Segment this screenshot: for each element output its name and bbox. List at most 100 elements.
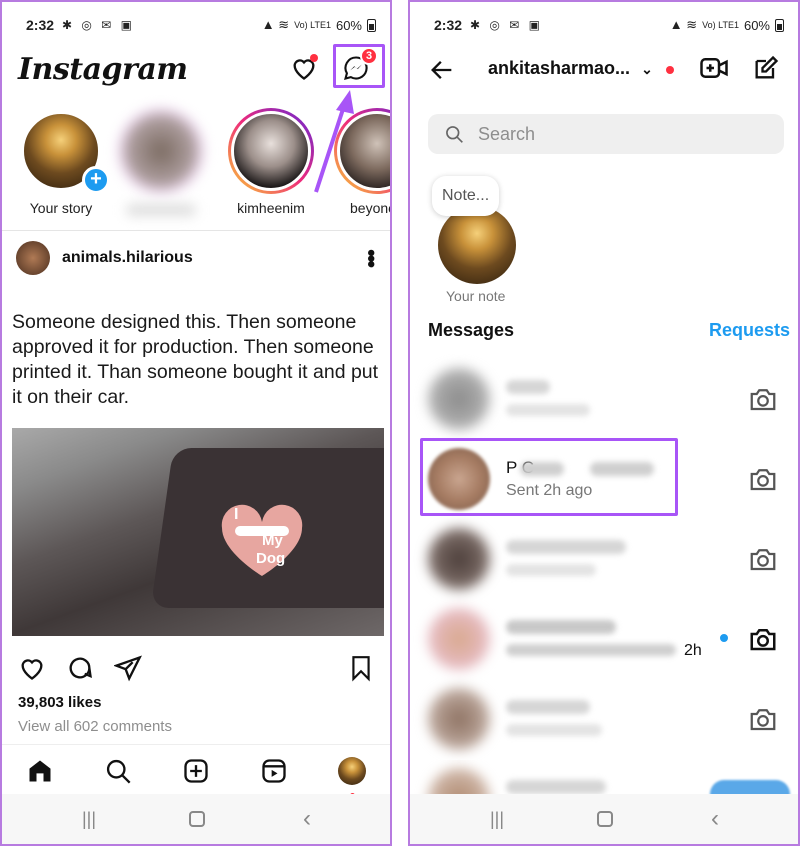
battery-percent: 60% (743, 17, 770, 33)
create-tab[interactable] (180, 755, 212, 787)
post-caption-image-text: Someone designed this. Then someone appr… (12, 311, 379, 408)
comment-icon[interactable] (66, 654, 94, 682)
status-time: 2:32 (434, 17, 463, 33)
chevron-down-icon: ⌄ (641, 61, 653, 77)
status-time: 2:32 (26, 17, 55, 33)
share-icon[interactable] (114, 654, 142, 682)
more-options-icon[interactable]: ••• (359, 249, 384, 266)
reels-icon (262, 759, 286, 783)
story-label: Your story (29, 200, 93, 216)
battery-icon (775, 18, 784, 32)
avatar (338, 757, 366, 785)
avatar (428, 368, 490, 430)
messenger-highlight-box (333, 44, 385, 88)
search-input[interactable]: Search (428, 114, 784, 154)
thread-row[interactable]: 2h (410, 600, 798, 680)
sticker-text-my: My (262, 532, 283, 549)
notification-icons: ✱ ◎ ✉ ▣ (470, 18, 543, 32)
notification-icons: ✱ ◎ ✉ ▣ (62, 18, 135, 32)
story-avatar (337, 111, 390, 191)
thread-time: 2h (684, 642, 702, 659)
home-system-icon[interactable] (182, 806, 212, 832)
back-system-icon[interactable]: ‹ (700, 805, 730, 832)
search-tab[interactable] (102, 755, 134, 787)
avatar (428, 528, 490, 590)
profile-tab[interactable] (336, 755, 368, 798)
sticker-text-i: I (234, 506, 239, 523)
back-system-icon[interactable]: ‹ (292, 805, 322, 832)
post-actions (18, 654, 374, 684)
home-tab[interactable] (24, 755, 56, 787)
story-label (126, 204, 196, 216)
story-avatar (231, 111, 311, 191)
requests-link[interactable]: Requests (709, 320, 790, 341)
system-nav-bar: ||| ‹ (410, 794, 798, 844)
reels-tab[interactable] (258, 755, 290, 787)
battery-icon (367, 18, 376, 32)
video-call-button[interactable] (696, 50, 732, 86)
account-switcher[interactable]: ankitasharmao... ⌄ (488, 58, 653, 79)
edit-icon (755, 55, 779, 79)
thread-row[interactable] (410, 680, 798, 760)
story-avatar (121, 111, 201, 191)
home-icon (29, 760, 51, 782)
story-label: beyonc (350, 200, 392, 216)
recent-apps-icon[interactable]: ||| (74, 806, 104, 832)
note-bubble[interactable]: Note... (432, 176, 500, 216)
post-username[interactable]: animals.hilarious (62, 249, 193, 267)
battery-percent: 60% (335, 17, 362, 33)
avatar[interactable] (438, 206, 516, 284)
post-image[interactable]: I My Dog (12, 428, 384, 636)
story-blurred[interactable] (116, 108, 206, 216)
thread-row[interactable] (410, 520, 798, 600)
camera-icon[interactable] (748, 544, 778, 574)
search-icon (106, 759, 131, 784)
recent-apps-icon[interactable]: ||| (482, 806, 512, 832)
story-label: kimheenim (237, 200, 305, 216)
home-system-icon[interactable] (590, 806, 620, 832)
search-icon (446, 126, 463, 143)
signal-icon: ▲ ≋ (669, 17, 698, 32)
video-add-icon (700, 58, 728, 78)
system-nav-bar: ||| ‹ (2, 794, 390, 844)
avatar (428, 688, 490, 750)
story-your-story[interactable]: + Your story (16, 108, 110, 216)
thread-row[interactable] (410, 360, 798, 440)
status-bar: 2:32 ✱ ◎ ✉ ▣ ▲ ≋ Vo) LTE1 60% (2, 2, 390, 48)
account-dot (666, 66, 674, 74)
camera-icon[interactable] (748, 624, 778, 654)
camera-icon[interactable] (748, 384, 778, 414)
save-icon[interactable] (348, 654, 374, 682)
back-button[interactable] (424, 52, 460, 88)
new-message-button[interactable] (748, 50, 784, 86)
activity-heart-button[interactable] (286, 50, 322, 86)
avatar[interactable] (16, 241, 50, 275)
signal-label: Vo) LTE1 (702, 20, 739, 30)
story-kimheenim[interactable]: kimheenim (226, 108, 316, 216)
add-story-icon[interactable]: + (82, 166, 110, 194)
messages-heading: Messages (428, 320, 515, 340)
add-post-icon (184, 759, 208, 783)
signal-label: Vo) LTE1 (294, 20, 331, 30)
signal-icon: ▲ ≋ (261, 17, 290, 32)
thread-highlight-box (420, 438, 678, 516)
post-header: animals.hilarious ••• (16, 238, 384, 278)
instagram-logo: Instagram (18, 52, 188, 87)
activity-dot (310, 54, 318, 62)
likes-count[interactable]: 39,803 likes (18, 694, 101, 711)
camera-icon[interactable] (748, 704, 778, 734)
status-bar: 2:32 ✱ ◎ ✉ ▣ ▲ ≋ Vo) LTE1 60% (410, 2, 798, 48)
note-label: Your note (446, 288, 506, 304)
like-icon[interactable] (18, 654, 46, 682)
sticker-text-dog: Dog (256, 550, 286, 567)
bottom-tab-bar (2, 744, 390, 798)
unread-dot (720, 634, 728, 642)
back-arrow-icon (431, 61, 452, 79)
search-placeholder: Search (478, 123, 536, 144)
instagram-direct-inbox: 2:32 ✱ ◎ ✉ ▣ ▲ ≋ Vo) LTE1 60% ankitashar… (408, 0, 800, 846)
story-beyonce[interactable]: beyonc (332, 108, 392, 216)
instagram-home-screen: 2:32 ✱ ◎ ✉ ▣ ▲ ≋ Vo) LTE1 60% Instagram … (0, 0, 392, 846)
view-comments-link[interactable]: View all 602 comments (18, 718, 172, 735)
camera-icon[interactable] (748, 464, 778, 494)
avatar (428, 608, 490, 670)
